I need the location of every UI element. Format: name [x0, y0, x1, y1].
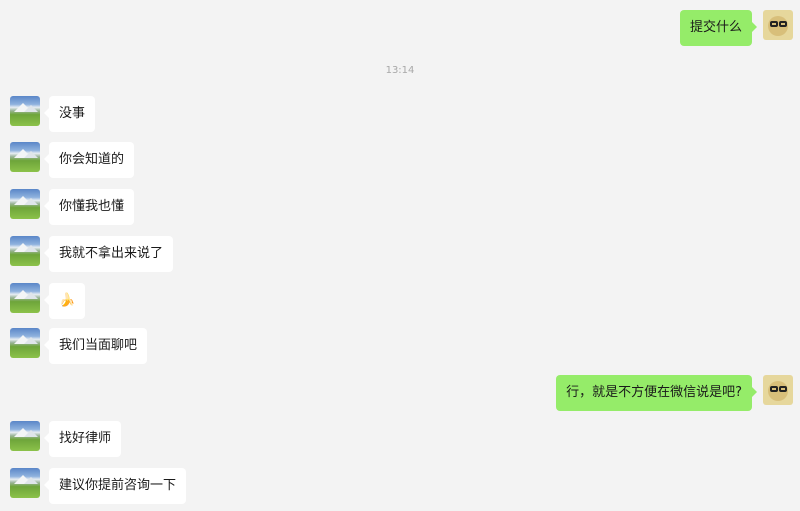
message-row-incoming: 你会知道的 — [0, 142, 800, 178]
message-row-incoming: 你懂我也懂 — [0, 189, 800, 225]
contact-avatar[interactable] — [10, 283, 40, 313]
contact-avatar[interactable] — [10, 468, 40, 498]
contact-avatar[interactable] — [10, 142, 40, 172]
contact-avatar[interactable] — [10, 236, 40, 266]
message-row-incoming: 我们当面聊吧 — [0, 328, 800, 364]
message-bubble-incoming[interactable]: 我就不拿出来说了 — [43, 236, 174, 272]
message-bubble-incoming[interactable]: 你会知道的 — [43, 142, 135, 178]
banana-emoji-bubble[interactable]: 🍌 — [43, 283, 86, 319]
contact-avatar[interactable] — [10, 96, 40, 126]
message-bubble-outgoing[interactable]: 提交什么 — [679, 10, 758, 46]
message-bubble-outgoing[interactable]: 行，就是不方便在微信说是吧? — [556, 375, 757, 411]
message-row-incoming: 我就不拿出来说了 — [0, 236, 800, 272]
message-timestamp: 13:14 — [385, 65, 415, 76]
message-bubble-incoming[interactable]: 我们当面聊吧 — [43, 328, 148, 364]
contact-avatar[interactable] — [10, 421, 40, 451]
message-bubble-incoming[interactable]: 找好律师 — [43, 421, 122, 457]
message-row-incoming: 找好律师 — [0, 421, 800, 457]
self-avatar[interactable] — [763, 10, 793, 40]
message-bubble-incoming[interactable]: 建议你提前咨询一下 — [43, 468, 187, 504]
message-row-outgoing: 行，就是不方便在微信说是吧? — [0, 375, 800, 411]
message-row-incoming: 没事 — [0, 96, 800, 132]
self-avatar[interactable] — [763, 375, 793, 405]
message-bubble-incoming[interactable]: 你懂我也懂 — [43, 189, 135, 225]
message-row-incoming: 🍌 — [0, 283, 800, 319]
message-bubble-incoming[interactable]: 没事 — [43, 96, 96, 132]
message-row-incoming: 建议你提前咨询一下 — [0, 468, 800, 504]
message-row-outgoing: 提交什么 — [0, 10, 800, 46]
contact-avatar[interactable] — [10, 189, 40, 219]
contact-avatar[interactable] — [10, 328, 40, 358]
